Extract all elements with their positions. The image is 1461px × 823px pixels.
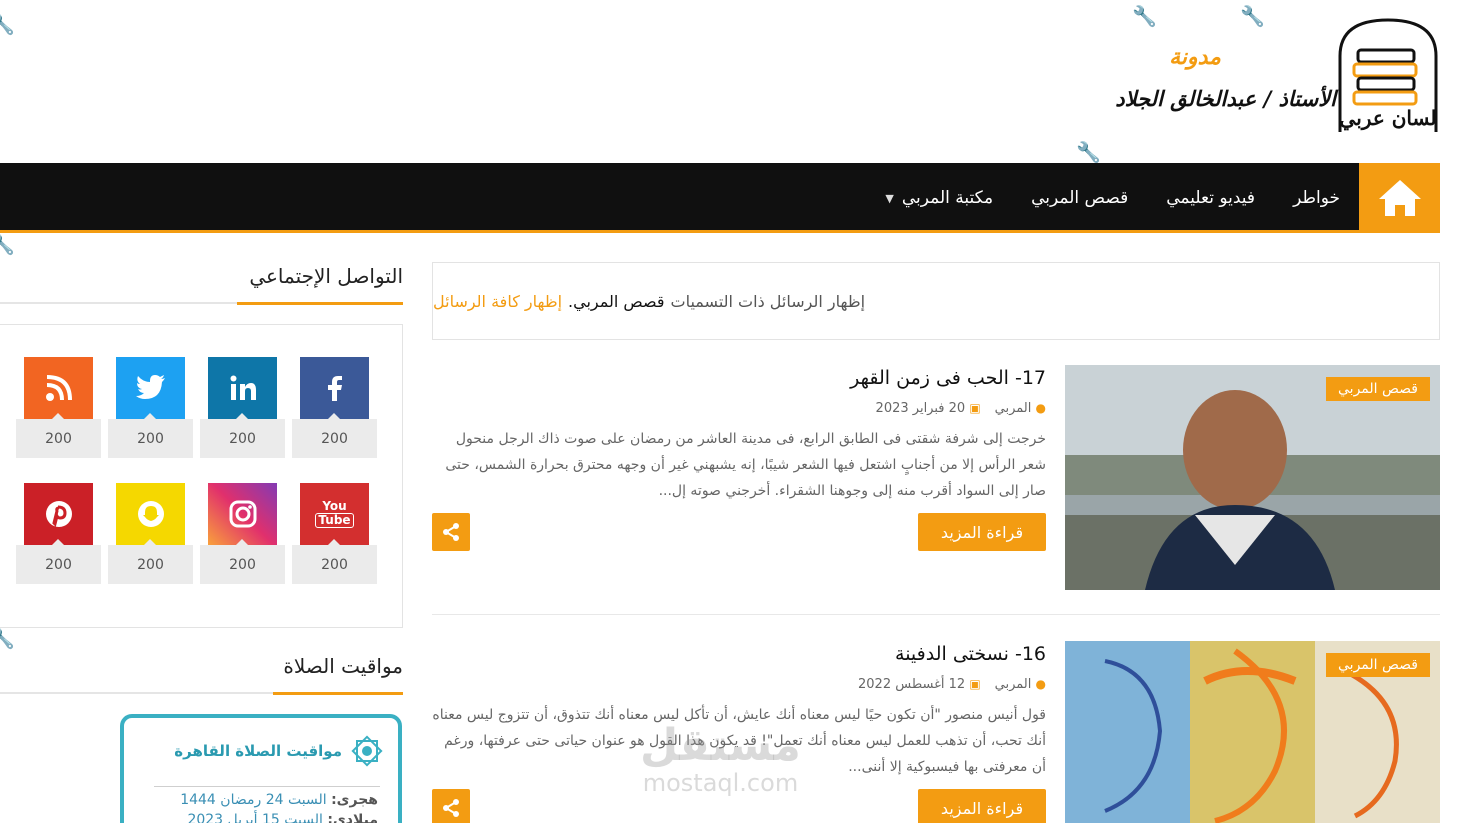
share-button[interactable] [432, 513, 470, 551]
prayer-widget-title: مواقيت الصلاة [283, 654, 403, 678]
wrench-icon[interactable]: 🔧 [0, 232, 15, 256]
post-thumbnail[interactable]: قصص المربي [1065, 641, 1440, 823]
nav-item-video[interactable]: فيديو تعليمي [1166, 188, 1255, 208]
social-instagram[interactable]: 200 [200, 483, 285, 584]
social-linkedin[interactable]: 200 [200, 357, 285, 458]
social-counter-widget: 200 200 200 200 You Tube 200 200 200 200 [0, 324, 403, 628]
post-date: ▣ 20 فبراير 2023 [875, 401, 981, 416]
social-count: 200 [16, 539, 101, 584]
user-icon: ● [1035, 677, 1046, 691]
prayer-city-title: مواقيت الصلاة القاهرة [174, 742, 342, 760]
label-filter-bar: إظهار الرسائل ذات التسميات قصص المربي. إ… [432, 262, 1440, 340]
social-pinterest[interactable]: 200 [16, 483, 101, 584]
instagram-icon [208, 483, 277, 545]
widget-underline [0, 692, 403, 695]
share-button[interactable] [432, 789, 470, 823]
linkedin-icon [208, 357, 277, 419]
post-date: ▣ 12 أغسطس 2022 [858, 677, 981, 692]
social-count: 200 [16, 413, 101, 458]
post-card: قصص المربي 16- نسختى الدفينة ● المربي ▣ … [432, 641, 1440, 823]
wrench-icon[interactable]: 🔧 [0, 626, 15, 650]
post-divider [432, 614, 1440, 615]
blog-label: مدونة [1169, 44, 1221, 70]
calendar-icon: ▣ [969, 677, 981, 691]
divider [154, 786, 380, 787]
wrench-icon[interactable]: 🔧 [1132, 4, 1157, 28]
read-more-button[interactable]: قراءة المزيد [918, 789, 1046, 823]
nav-item-stories[interactable]: قصص المربي [1031, 188, 1128, 208]
post-author: ● المربي [994, 401, 1046, 416]
snapchat-icon [116, 483, 185, 545]
main-nav: خواطر فيديو تعليمي قصص المربي مكتبة المر… [0, 163, 1440, 233]
social-count: 200 [292, 539, 377, 584]
blog-title[interactable]: الأستاذ / عبدالخالق الجلاد [1070, 86, 1336, 111]
calendar-icon: ▣ [969, 401, 981, 415]
label-name: قصص المربي. [568, 291, 665, 311]
logo-text: لسان عربي [1339, 106, 1437, 130]
nav-item-library[interactable]: مكتبة المربي ▼ [885, 188, 993, 208]
social-rss[interactable]: 200 [16, 357, 101, 458]
share-icon [443, 799, 459, 817]
show-all-link[interactable]: إظهار كافة الرسائل [433, 292, 562, 311]
social-twitter[interactable]: 200 [108, 357, 193, 458]
social-facebook[interactable]: 200 [292, 357, 377, 458]
post-card: قصص المربي 17- الحب فى زمن القهر ● المرب… [432, 365, 1440, 595]
social-count: 200 [108, 539, 193, 584]
chevron-down-icon: ▼ [885, 191, 894, 205]
post-thumbnail[interactable]: قصص المربي [1065, 365, 1440, 590]
post-title[interactable]: 16- نسختى الدفينة [432, 643, 1046, 665]
wrench-icon[interactable]: 🔧 [0, 12, 15, 36]
wrench-icon[interactable]: 🔧 [1076, 140, 1101, 164]
mosque-icon [351, 735, 383, 767]
home-icon [1378, 180, 1421, 216]
rss-icon [24, 357, 93, 419]
social-count: 200 [292, 413, 377, 458]
user-icon: ● [1035, 401, 1046, 415]
social-count: 200 [200, 413, 285, 458]
wrench-icon[interactable]: 🔧 [1240, 4, 1265, 28]
social-snapchat[interactable]: 200 [108, 483, 193, 584]
post-excerpt: قول أنيس منصور "أن تكون حيًا ليس معناه أ… [432, 707, 1046, 775]
widget-underline [0, 302, 403, 305]
post-author: ● المربي [994, 677, 1046, 692]
post-title[interactable]: 17- الحب فى زمن القهر [432, 367, 1046, 389]
gregorian-date: ميلادى: السبت 15 أبريل 2023 [187, 812, 378, 823]
social-widget-title: التواصل الإجتماعي [249, 264, 403, 288]
facebook-icon [300, 357, 369, 419]
post-category-badge[interactable]: قصص المربي [1326, 377, 1430, 401]
youtube-icon: You Tube [300, 483, 369, 545]
share-icon [443, 523, 459, 541]
social-youtube[interactable]: You Tube 200 [292, 483, 377, 584]
label-prefix: إظهار الرسائل ذات التسميات [670, 291, 866, 311]
post-excerpt: خرجت إلى شرفة شقتى فى الطابق الرابع، فى … [445, 431, 1046, 499]
social-count: 200 [200, 539, 285, 584]
site-logo[interactable]: لسان عربي [1336, 16, 1440, 136]
social-count: 200 [108, 413, 193, 458]
nav-item-khawater[interactable]: خواطر [1293, 188, 1340, 208]
hijri-date: هجرى: السبت 24 رمضان 1444 [180, 792, 378, 808]
read-more-button[interactable]: قراءة المزيد [918, 513, 1046, 551]
post-category-badge[interactable]: قصص المربي [1326, 653, 1430, 677]
twitter-icon [116, 357, 185, 419]
home-button[interactable] [1359, 163, 1440, 233]
prayer-times-box: مواقيت الصلاة القاهرة هجرى: السبت 24 رمض… [120, 714, 402, 823]
pinterest-icon [24, 483, 93, 545]
